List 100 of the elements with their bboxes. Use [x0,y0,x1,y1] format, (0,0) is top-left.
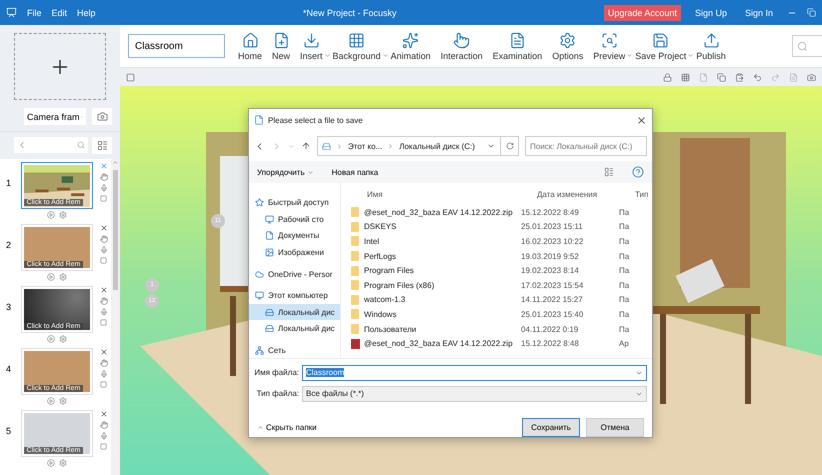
close-icon[interactable] [100,410,108,418]
copy-icon[interactable] [717,72,726,82]
restore-icon[interactable] [807,8,816,17]
file-type-select[interactable]: Все файлы (*.*) [302,386,647,402]
lock-icon[interactable] [663,72,672,82]
microphone-icon[interactable] [100,370,108,378]
help-icon[interactable] [632,166,644,178]
frame-type-select[interactable]: Camera fram [24,108,86,125]
frame-icon[interactable] [126,72,135,82]
play-icon[interactable] [47,459,55,467]
navigation-item[interactable]: Быстрый доступ [249,195,340,211]
file-name[interactable]: PerfLogs [351,251,521,262]
hand-icon[interactable] [100,235,108,243]
project-name-field[interactable]: Classroom [128,34,225,58]
navigation-item[interactable]: Документы [249,228,340,244]
navigation-item[interactable]: Этот компьютер [249,288,340,304]
scroll-up-icon[interactable] [112,159,119,166]
settings-icon[interactable] [59,397,67,405]
toolbar-button[interactable]: Insert [295,32,328,60]
settings-icon[interactable] [59,335,67,343]
toolbar-button[interactable]: Background [328,32,386,60]
navigation-item[interactable]: Изображени [249,244,340,260]
toolbar-button[interactable]: Save Project [630,32,692,60]
add-frame-button[interactable] [14,33,106,100]
dialog-button[interactable]: Отмена [586,418,644,437]
settings-icon[interactable] [59,273,67,281]
menu-item[interactable]: Help [77,8,96,18]
hand-icon[interactable] [100,359,108,367]
search-field[interactable] [792,35,822,57]
undo-icon[interactable] [753,72,762,82]
hand-icon[interactable] [100,173,108,181]
toolbar-button[interactable]: Options [547,32,588,60]
close-icon[interactable] [100,224,108,232]
navigation-item[interactable]: Локальный дис [249,304,340,320]
square-icon[interactable] [100,319,107,326]
toolbar-button[interactable]: Examination [488,32,548,60]
file-name[interactable]: DSKEYS [351,222,521,232]
account-button[interactable]: Sign Up [690,4,731,20]
file-name[interactable]: Program Files (x86) [351,280,521,290]
hand-icon[interactable] [100,421,108,429]
microphone-icon[interactable] [100,184,108,192]
navigation-item[interactable]: Рабочий сто [249,212,340,228]
up-icon[interactable] [301,141,311,151]
command-button[interactable]: Новая папка [332,168,378,176]
navigation-item[interactable]: OneDrive - Persor [249,266,340,282]
play-icon[interactable] [47,273,55,281]
camera-button[interactable] [92,108,112,125]
breadcrumb-item[interactable]: Этот ко... [348,142,382,150]
square-icon[interactable] [100,381,107,388]
close-icon[interactable] [100,348,108,356]
account-button[interactable]: Sign In [740,4,777,20]
microphone-icon[interactable] [100,432,108,440]
column-header[interactable]: Имя [367,190,537,198]
toolbar-button[interactable]: Interaction [436,32,488,60]
square-icon[interactable] [100,257,107,264]
refresh-icon[interactable] [506,142,514,150]
command-button[interactable]: Упорядочить [257,168,314,176]
file-name[interactable]: Windows [351,309,521,320]
settings-icon[interactable] [59,211,67,219]
scrollbar[interactable] [111,159,120,475]
layout-button[interactable] [92,137,112,154]
file-name[interactable]: watcom-1.3 [351,294,521,305]
square-icon[interactable] [100,195,107,202]
square-icon[interactable] [100,443,107,450]
search-field[interactable]: Поиск: Локальный диск (C:) [525,136,647,156]
address-bar[interactable]: Этот ко... Локальный диск (C:) [317,136,519,156]
microphone-icon[interactable] [100,246,108,254]
file-name[interactable]: Program Files [351,266,521,276]
column-header[interactable]: Тип [635,190,652,198]
play-icon[interactable] [47,211,55,219]
paste-icon[interactable] [735,72,744,82]
zoom-icon[interactable] [77,141,85,149]
close-icon[interactable] [100,286,108,294]
hide-folders-button[interactable]: Скрыть папки [257,423,317,432]
breadcrumb-item[interactable]: Локальный диск (C:) [399,142,475,150]
hand-icon[interactable] [100,297,108,305]
file-name[interactable]: Intel [351,236,521,246]
column-header[interactable]: Дата изменения [537,190,635,198]
toolbar-button[interactable]: Animation [386,32,436,60]
close-icon[interactable] [636,114,647,126]
camera-icon[interactable] [807,72,816,82]
file-name[interactable]: @eset_nod_32_baza EAV 14.12.2022.zip [351,207,521,218]
caret-icon[interactable] [487,142,495,150]
grid-icon[interactable] [681,72,690,82]
play-icon[interactable] [47,397,55,405]
microphone-icon[interactable] [100,308,108,316]
settings-icon[interactable] [59,459,67,467]
view-icon[interactable] [604,167,614,177]
toolbar-button[interactable]: New [267,32,296,60]
navigation-item[interactable]: Сеть [249,342,340,358]
menu-item[interactable]: Edit [52,8,68,18]
file-name[interactable]: @eset_nod_32_baza EAV 14.12.2022.zip [351,338,521,349]
toolbar-button[interactable]: Preview [588,32,630,60]
dialog-button[interactable]: Сохранить [522,418,580,437]
toolbar-button[interactable]: Publish [691,32,731,60]
file-name[interactable]: Пользователи [351,324,521,334]
menu-item[interactable]: File [27,8,42,18]
play-icon[interactable] [47,335,55,343]
navigation-item[interactable]: Локальный дис [249,320,340,336]
account-button[interactable]: Upgrade Account [604,4,681,20]
